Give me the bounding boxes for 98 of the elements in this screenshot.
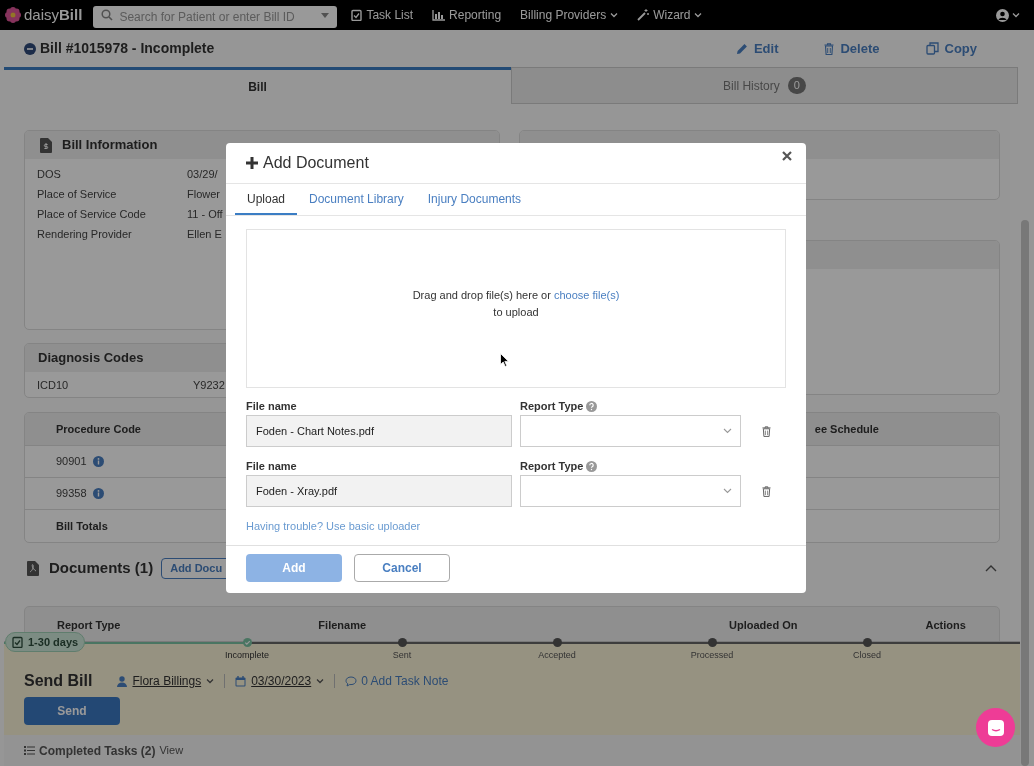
field-value: Ellen E: [187, 226, 222, 242]
choose-files-link[interactable]: choose file(s): [553, 288, 620, 301]
field-label: DOS: [37, 166, 62, 182]
field-value: Y9232: [193, 377, 225, 393]
date-dropdown[interactable]: 03/30/2023: [235, 672, 325, 690]
file-name-input[interactable]: Foden - Xray.pdf: [246, 475, 512, 507]
magic-wand-icon: [637, 9, 650, 21]
table-cell-text: 90901: [56, 454, 87, 470]
bar-chart-icon: [432, 9, 446, 21]
field-label: File name: [246, 459, 298, 474]
dropdown-caret-icon: [321, 13, 330, 18]
search-icon: [101, 9, 114, 21]
modal-tab[interactable]: Document Library: [297, 184, 416, 215]
count-badge: 0: [787, 77, 806, 94]
field-label: Report Type: [520, 459, 584, 475]
trash-icon[interactable]: [762, 426, 771, 437]
user-icon: [117, 675, 128, 687]
file-name-input[interactable]: Foden - Chart Notes.pdf: [246, 415, 512, 447]
step-label: Incomplete: [224, 649, 270, 662]
field-label: Rendering Provider: [37, 226, 133, 242]
chevron-down-icon: [723, 428, 732, 434]
modal-tab[interactable]: Upload: [235, 184, 298, 215]
field-value: 03/29/: [187, 166, 218, 182]
step-label: Accepted: [537, 649, 577, 662]
list-icon: [24, 746, 35, 755]
field-label: Place of Service Code: [37, 206, 147, 222]
bill-title: Bill #1015978 - Incomplete: [40, 39, 215, 58]
scrollbar[interactable]: [1021, 220, 1029, 766]
field-label: Place of Service: [37, 186, 118, 202]
chevron-down-icon: [723, 488, 732, 494]
column-header: Procedure Code: [56, 421, 141, 437]
clipboard-check-icon: [12, 636, 23, 648]
pencil-icon: [735, 42, 748, 55]
user-avatar-icon: [996, 8, 1009, 22]
trash-icon[interactable]: [762, 486, 771, 497]
nav-link[interactable]: Billing Providers: [520, 6, 619, 24]
badge-text: 1-30 days: [28, 634, 79, 650]
flower-logo-icon: [5, 7, 21, 23]
column-header: Filename: [318, 618, 367, 633]
column-header: ee Schedule: [814, 421, 879, 437]
search-field[interactable]: Search for Patient or enter Bill ID: [93, 6, 338, 28]
minus-circle-icon: [24, 42, 36, 55]
calendar-icon: [235, 675, 247, 687]
card-title: Bill Information: [62, 136, 158, 155]
column-header: Uploaded On: [729, 618, 798, 633]
cancel-button[interactable]: Cancel: [354, 553, 450, 582]
modal-title: Add Document: [263, 153, 369, 173]
table-cell-text: 99358: [56, 486, 87, 502]
chevron-icon[interactable]: [985, 565, 997, 572]
column-header: Report Type: [57, 618, 121, 633]
action-link[interactable]: Copy: [925, 38, 977, 59]
caret-icon: [316, 678, 325, 684]
dropzone[interactable]: Drag and drop file(s) here or choose file(s) to upload: [246, 229, 786, 388]
action-link[interactable]: Edit: [735, 38, 779, 59]
field-value: 11 - Off: [187, 206, 223, 222]
tab[interactable]: Bill History 0: [511, 67, 1018, 104]
mouse-cursor-icon: [500, 353, 509, 367]
nav-link[interactable]: Wizard: [637, 6, 703, 24]
total-label: Bill Totals: [56, 518, 108, 534]
help-icon: [586, 401, 598, 412]
caret-icon: [1012, 12, 1020, 18]
nav-link[interactable]: Task List: [351, 6, 414, 24]
chat-icon: [986, 718, 1005, 737]
modal-tab[interactable]: Injury Documents: [415, 184, 534, 215]
view-link[interactable]: View: [159, 742, 184, 759]
trash-icon: [824, 42, 835, 55]
section-title: Documents (1): [49, 558, 154, 579]
step-label: Sent: [391, 649, 413, 662]
info-icon: [92, 488, 104, 499]
pdf-file-icon: [27, 561, 39, 576]
bill-file-icon: [40, 137, 52, 153]
plus-icon: [246, 157, 258, 169]
step-label: Closed: [852, 649, 882, 662]
field-value: Flower: [187, 186, 220, 202]
field-label: ICD10: [37, 377, 70, 393]
basic-uploader-link[interactable]: Having trouble? Use basic uploader: [246, 518, 421, 535]
help-icon: [586, 461, 598, 472]
dropzone-text: Drag and drop file(s) here or choose file(s) to upload: [412, 287, 620, 320]
copy-icon: [925, 42, 939, 55]
field-label: Report Type: [520, 399, 584, 415]
step-label: Processed: [689, 649, 735, 662]
action-link[interactable]: Delete: [824, 38, 880, 59]
user-menu-button[interactable]: [996, 8, 1020, 22]
send-button[interactable]: Send: [24, 697, 120, 725]
comment-icon: [345, 675, 358, 687]
close-icon[interactable]: [782, 151, 792, 161]
completed-tasks-label: Completed Tasks (2): [39, 742, 156, 760]
clipboard-icon: [351, 9, 363, 21]
card-title: Diagnosis Codes: [38, 349, 144, 368]
caret-icon: [206, 678, 215, 684]
nav-link[interactable]: Reporting: [432, 6, 502, 24]
logo-text: daisyBill: [24, 4, 83, 25]
task-title: Send Bill: [24, 671, 93, 691]
assignee-dropdown[interactable]: Flora Billings: [117, 672, 215, 690]
info-icon: [92, 456, 104, 467]
task-note-link[interactable]: 0 Add Task Note: [345, 672, 449, 690]
field-label: File name: [246, 399, 298, 414]
column-header: Actions: [925, 618, 966, 633]
